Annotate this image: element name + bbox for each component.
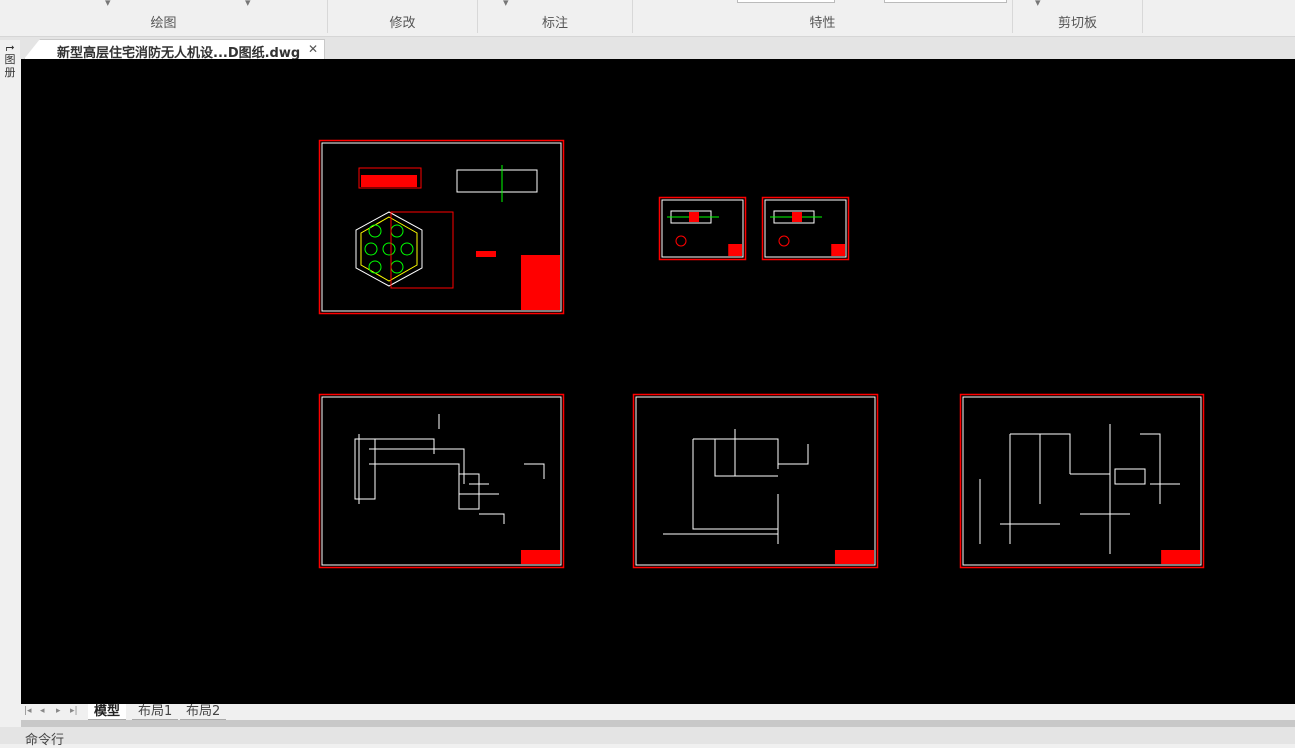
title-block [831,244,845,256]
group-label: 剪切板 [1057,16,1097,31]
cad-part [476,251,496,257]
cad-circle [364,242,378,256]
group-label: 修改 [389,16,416,31]
ic-chip [1114,468,1146,485]
title-block [520,550,560,564]
cad-circle [382,242,396,256]
first-tab-icon[interactable]: |◂ [24,706,32,716]
cad-circle [390,260,404,274]
sheet-frame [318,393,565,569]
ribbon-group-dimension: ▾ 标注 [478,0,633,33]
sheet-border [635,396,876,566]
cad-part [689,212,699,222]
cad-part [361,175,417,187]
sheet-border [962,396,1202,566]
circuit-wires [979,424,1180,554]
cad-circle [368,224,382,238]
close-icon[interactable]: ✕ [308,42,318,56]
command-line-label: 命令行 [25,733,65,748]
cad-line [456,169,538,193]
cad-hexagon [355,211,423,287]
drawing-canvas[interactable] [21,59,1295,704]
prev-tab-icon[interactable]: ◂ [40,706,45,716]
cad-circle [778,235,790,247]
toolbar-item[interactable]: 图 [0,53,20,66]
dropdown-arrow-icon[interactable]: ▾ [105,0,111,9]
sheet-frame [632,393,879,569]
cad-hexagon [360,216,418,282]
group-label: 绘图 [150,16,177,31]
tab-model[interactable]: 模型 [88,704,127,720]
title-block [728,244,742,256]
cad-circle [675,235,687,247]
sheet-frame [959,393,1205,569]
tab-layout1[interactable]: 布局1 [132,704,179,720]
cad-circle [390,224,404,238]
layout-tab-bar: |◂ ◂ ▸ ▸| 模型 布局1 布局2 [0,704,1295,720]
title-block [834,550,874,564]
dropdown-arrow-icon[interactable]: ▾ [503,0,509,9]
ribbon-group-properties: 特性 [633,0,1013,33]
ribbon-group-draw: ▾ ▾ 绘图 [0,0,328,33]
document-tab[interactable]: 新型高层住宅消防无人机设...D图纸.dwg ✕ [24,39,325,59]
horizontal-scrollbar[interactable] [21,720,1295,727]
dropdown-arrow-icon[interactable]: ▾ [245,0,251,9]
ribbon-group-clipboard: ▾ 剪切板 [1013,0,1143,33]
command-line[interactable]: 命令行 [0,727,1295,748]
document-tab-bar: 新型高层住宅消防无人机设...D图纸.dwg ✕ [0,37,1295,59]
circuit-wires [663,429,809,544]
cad-circle [400,242,414,256]
toolbar-item[interactable]: ⮣ [0,40,20,53]
cad-drawing [318,139,1205,569]
left-toolbar: ⮣ 图 册 [0,40,20,704]
dropdown-arrow-icon[interactable]: ▾ [1035,0,1041,9]
group-label: 特性 [809,16,836,31]
ic-chip [354,438,376,500]
sheet-border [321,396,562,566]
property-dropdown[interactable] [737,0,835,3]
circuit-wires [358,414,545,524]
next-tab-icon[interactable]: ▸ [56,706,61,716]
last-tab-icon[interactable]: ▸| [70,706,78,716]
ribbon: ▾ ▾ 绘图 修改 ▾ 标注 特性 ▾ 剪切板 [0,0,1295,37]
tab-layout2[interactable]: 布局2 [180,704,227,720]
cad-part [792,212,802,222]
ribbon-group-modify: 修改 [328,0,478,33]
title-block [520,255,560,310]
toolbar-item[interactable]: 册 [0,66,20,79]
ic-chip [458,473,480,510]
title-block [1161,550,1200,564]
group-label: 标注 [541,16,568,31]
cad-circle [368,260,382,274]
property-dropdown[interactable] [884,0,1007,3]
